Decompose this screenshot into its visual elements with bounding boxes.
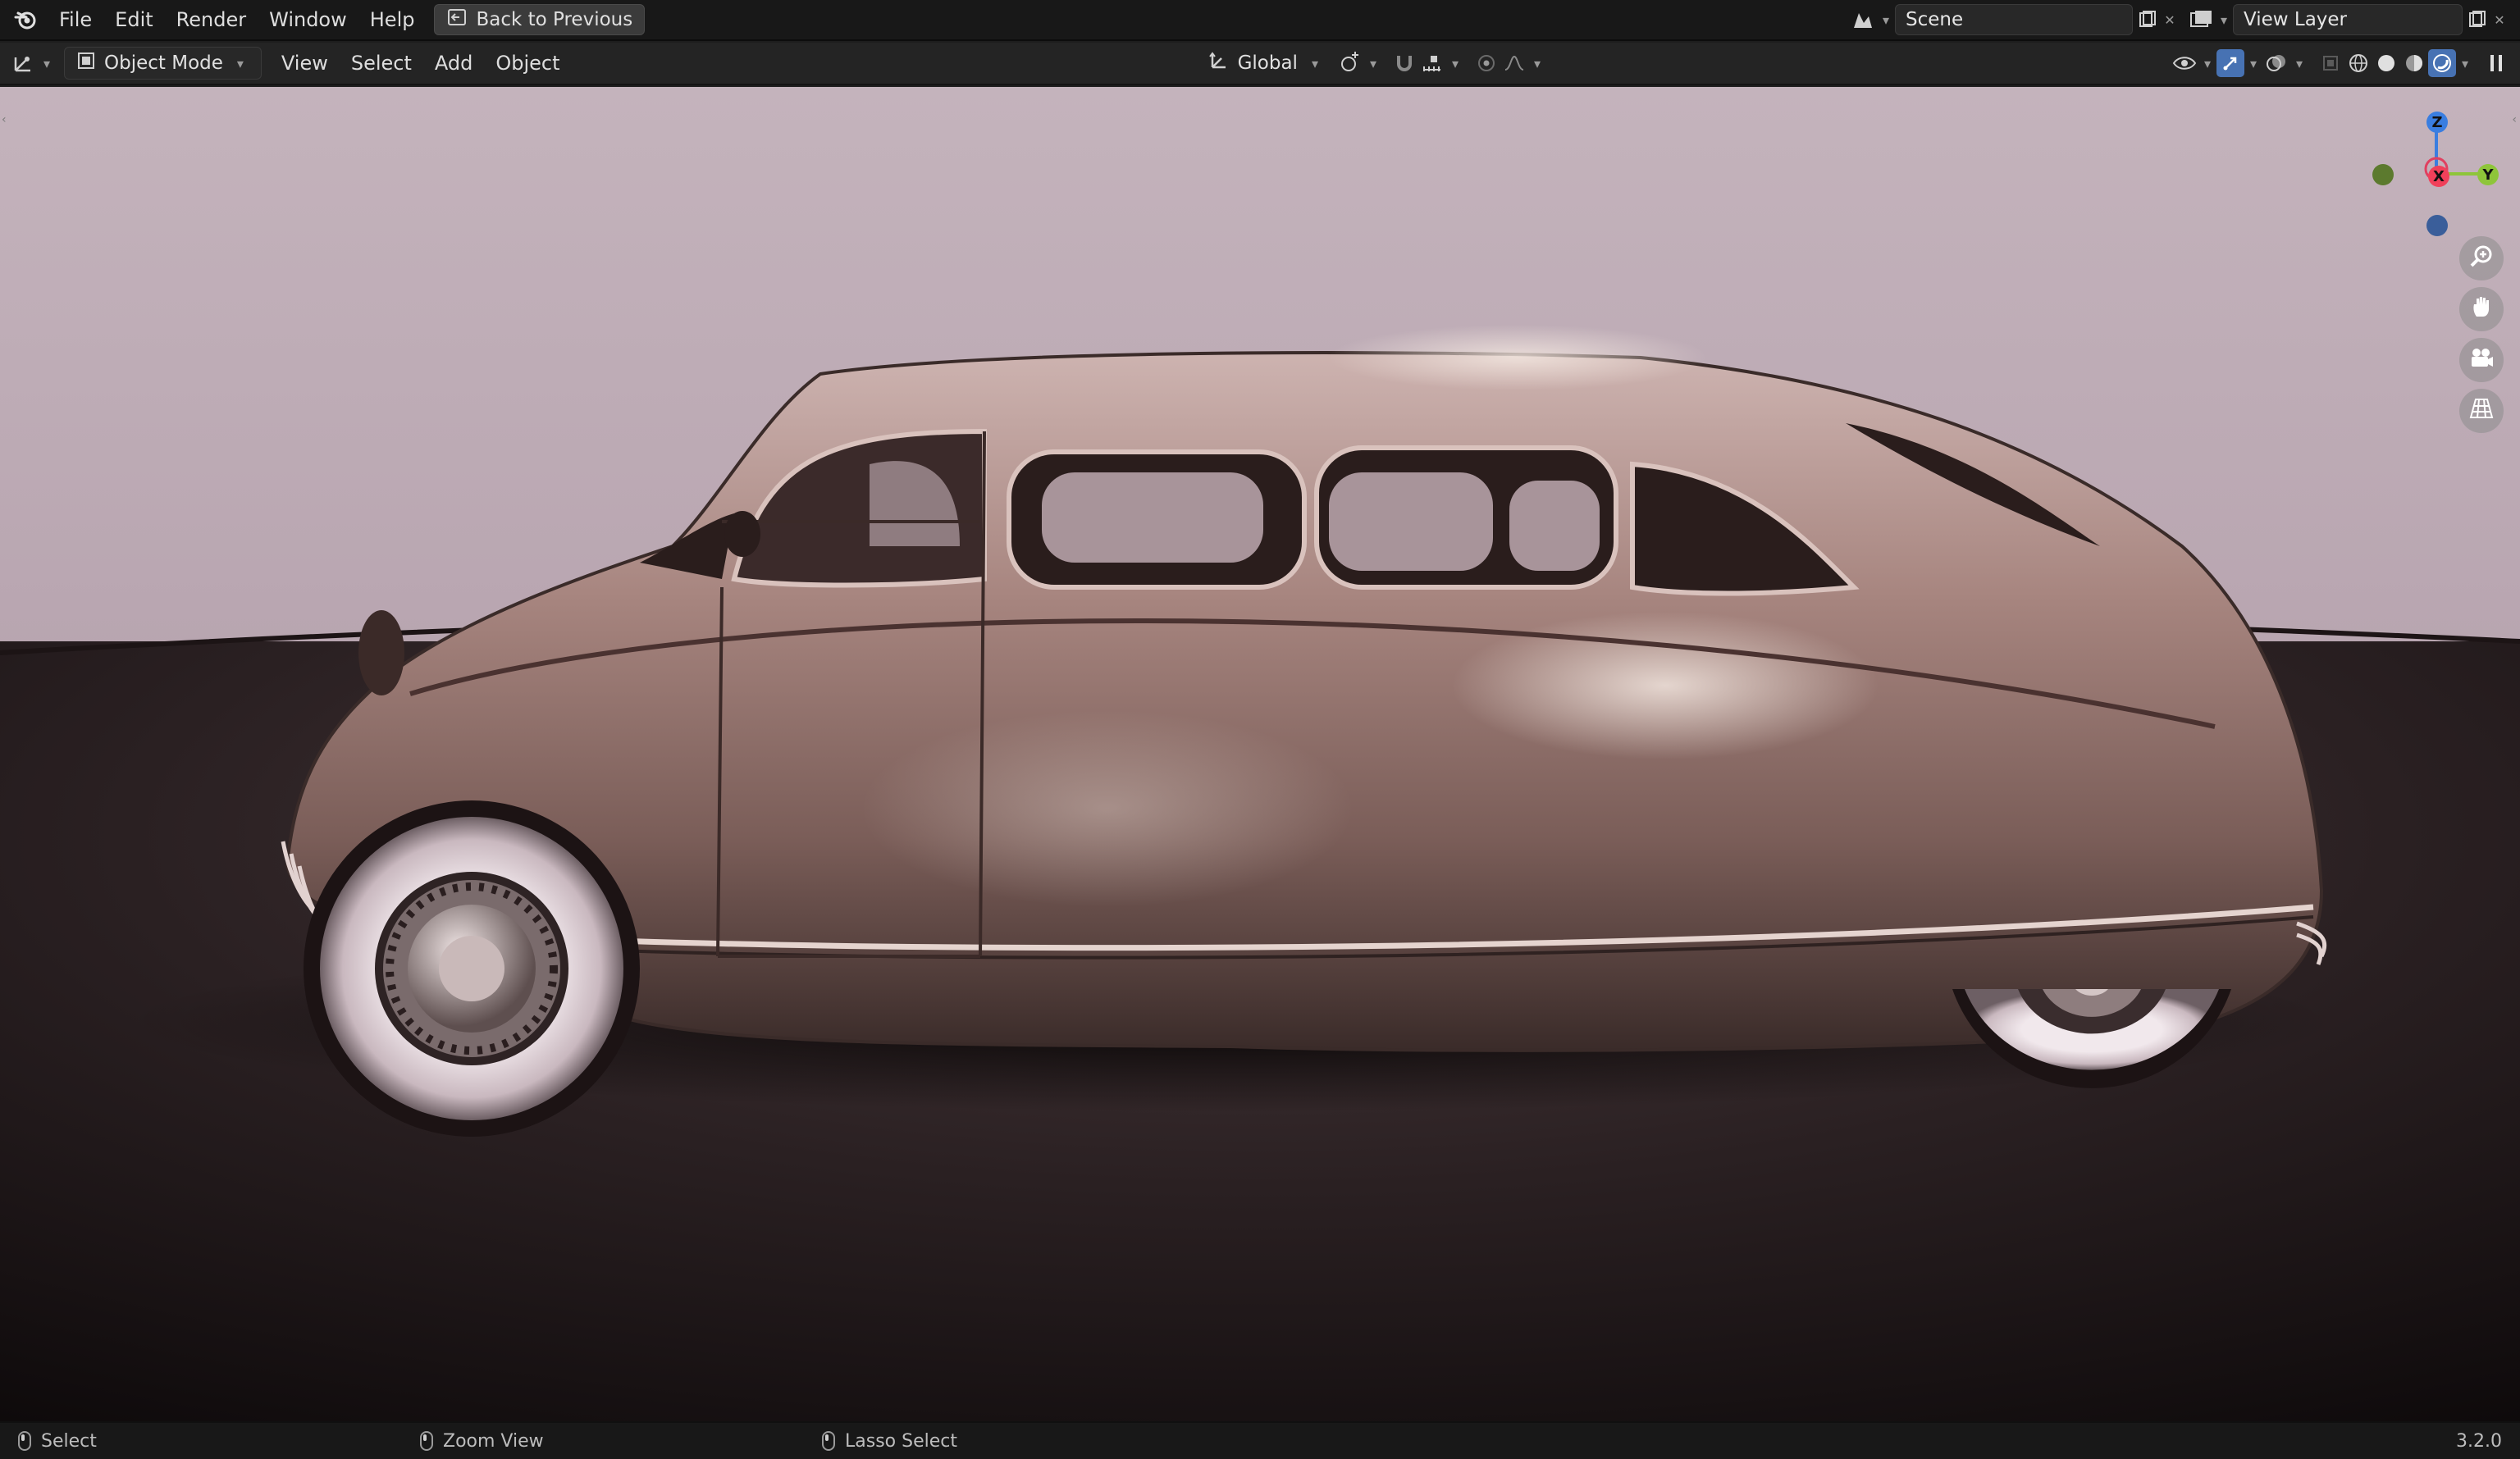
status-zoom-label: Zoom View <box>443 1430 544 1452</box>
blender-logo-icon[interactable] <box>11 6 39 34</box>
status-select: Select <box>18 1431 420 1452</box>
mouse-right-icon <box>822 1431 835 1451</box>
status-zoom-view: Zoom View <box>420 1431 822 1452</box>
pan-view-button[interactable] <box>2459 287 2504 331</box>
menu-object[interactable]: Object <box>484 47 571 80</box>
rendered-scene <box>0 87 2520 1421</box>
toolbar-toggle-icon[interactable]: ‹ <box>2 113 7 126</box>
chevron-down-icon: ▾ <box>1311 55 1318 71</box>
status-lasso-label: Lasso Select <box>845 1430 957 1452</box>
editor-type-icon[interactable] <box>10 49 38 77</box>
zoom-view-button[interactable] <box>2459 236 2504 280</box>
version-label: 3.2.0 <box>2456 1430 2502 1452</box>
gizmo-neg-y-axis[interactable] <box>2372 164 2394 185</box>
rendered-shading-icon[interactable] <box>2428 49 2456 77</box>
chevron-down-icon[interactable]: ▾ <box>1364 49 1382 77</box>
mouse-left-icon <box>18 1431 31 1451</box>
falloff-curve-icon[interactable] <box>1500 49 1528 77</box>
zoom-magnifier-icon <box>2469 244 2494 274</box>
material-preview-shading-icon[interactable] <box>2400 49 2428 77</box>
scene-name: Scene <box>1906 9 1964 30</box>
orientation-axes-icon <box>1208 50 1230 76</box>
back-to-previous-button[interactable]: Back to Previous <box>434 4 646 35</box>
status-lasso-select: Lasso Select <box>822 1431 957 1452</box>
object-mode-dropdown[interactable]: Object Mode ▾ <box>64 47 262 80</box>
gizmo-neg-z-axis[interactable] <box>2426 215 2448 236</box>
chevron-down-icon[interactable]: ▾ <box>2215 6 2233 34</box>
camera-icon <box>2468 346 2495 375</box>
chevron-down-icon[interactable]: ▾ <box>2244 49 2262 77</box>
top-bar: File Edit Render Window Help Back to Pre… <box>0 0 2520 41</box>
solid-shading-icon[interactable] <box>2372 49 2400 77</box>
new-view-layer-icon[interactable] <box>2463 6 2490 34</box>
grid-perspective-icon <box>2469 396 2494 426</box>
chevron-down-icon[interactable]: ▾ <box>1877 6 1895 34</box>
snap-toggle-icon[interactable] <box>1390 49 1418 77</box>
proportional-editing-icon[interactable] <box>1472 49 1500 77</box>
new-scene-icon[interactable] <box>2133 6 2161 34</box>
scene-field[interactable]: Scene <box>1895 4 2133 35</box>
wireframe-shading-icon[interactable] <box>2344 49 2372 77</box>
chevron-down-icon[interactable]: ▾ <box>38 49 56 77</box>
show-gizmo-icon[interactable] <box>2216 49 2244 77</box>
menu-add[interactable]: Add <box>423 47 484 80</box>
camera-view-button[interactable] <box>2459 338 2504 382</box>
pause-render-icon[interactable] <box>2482 49 2510 77</box>
close-scene-icon[interactable]: ✕ <box>2161 6 2179 34</box>
menu-help[interactable]: Help <box>358 3 427 36</box>
gizmo-z-axis[interactable]: Z <box>2426 112 2448 133</box>
transform-orientation-dropdown[interactable]: Global ▾ <box>1196 47 1336 80</box>
sidebar-toggle-icon[interactable]: ‹ <box>2512 113 2517 126</box>
chevron-down-icon[interactable]: ▾ <box>1528 49 1546 77</box>
menu-render[interactable]: Render <box>165 3 258 36</box>
chevron-down-icon[interactable]: ▾ <box>1446 49 1464 77</box>
chevron-down-icon[interactable]: ▾ <box>2198 49 2216 77</box>
perspective-toggle-button[interactable] <box>2459 389 2504 433</box>
chevron-down-icon: ▾ <box>236 55 244 71</box>
pivot-point-icon[interactable] <box>1336 49 1364 77</box>
3d-viewport[interactable]: ‹ ‹ Z Y X <box>0 87 2520 1421</box>
snap-increment-icon[interactable] <box>1418 49 1446 77</box>
chevron-down-icon[interactable]: ▾ <box>2290 49 2308 77</box>
menu-select[interactable]: Select <box>340 47 423 80</box>
orientation-label: Global <box>1237 52 1298 74</box>
object-mode-label: Object Mode <box>104 52 223 74</box>
gizmo-y-axis[interactable]: Y <box>2477 164 2499 185</box>
menu-window[interactable]: Window <box>258 3 358 36</box>
back-to-previous-label: Back to Previous <box>476 9 633 30</box>
chevron-down-icon[interactable]: ▾ <box>2456 49 2474 77</box>
back-arrow-icon <box>446 8 468 31</box>
xray-toggle-icon[interactable] <box>2317 49 2344 77</box>
view-layer-icon[interactable] <box>2187 6 2215 34</box>
close-view-layer-icon[interactable]: ✕ <box>2490 6 2509 34</box>
menu-file[interactable]: File <box>48 3 103 36</box>
object-mode-icon <box>76 51 96 75</box>
menu-view[interactable]: View <box>270 47 340 80</box>
status-select-label: Select <box>41 1430 97 1452</box>
gizmo-x-axis[interactable]: X <box>2428 166 2449 187</box>
navigation-gizmo[interactable]: Z Y X <box>2362 100 2510 248</box>
overlays-icon[interactable] <box>2262 49 2290 77</box>
viewport-header: ▾ Object Mode ▾ View Select Add Object G… <box>0 43 2520 85</box>
menu-edit[interactable]: Edit <box>103 3 164 36</box>
scene-selector-icon[interactable] <box>1849 6 1877 34</box>
hand-icon <box>2469 294 2494 325</box>
view-layer-field[interactable]: View Layer <box>2233 4 2463 35</box>
view-layer-name: View Layer <box>2244 9 2348 30</box>
visibility-eye-icon[interactable] <box>2171 49 2198 77</box>
mouse-middle-icon <box>420 1431 433 1451</box>
status-bar: Select Zoom View Lasso Select 3.2.0 <box>0 1421 2520 1459</box>
